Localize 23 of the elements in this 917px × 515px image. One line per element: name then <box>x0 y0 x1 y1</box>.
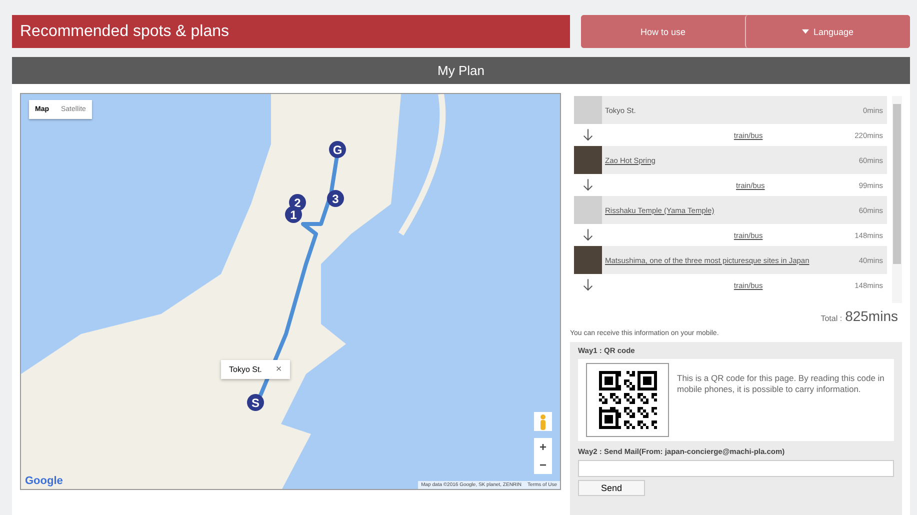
photo-placeholder <box>574 146 602 174</box>
total-label: Total : <box>820 314 842 323</box>
person-icon[interactable] <box>534 412 552 431</box>
down-arrow-icon <box>583 179 593 191</box>
popup-text: Tokyo St. <box>229 365 262 374</box>
send-button[interactable]: Send <box>578 480 646 496</box>
qr-code-icon <box>598 371 656 429</box>
down-arrow-icon <box>583 129 593 141</box>
caret-icon <box>802 29 810 34</box>
photo-placeholder <box>574 196 602 224</box>
qr-description: This is a QR code for this page. By reading this code in mobile phones, it is possible to carry information. <box>677 373 886 396</box>
header-button[interactable]: Language <box>745 15 910 48</box>
section-title: My Plan <box>438 63 484 78</box>
close-button[interactable]: × <box>276 364 282 375</box>
photo-placeholder <box>574 246 602 274</box>
down-arrow-icon <box>583 279 593 291</box>
email-input-field[interactable] <box>578 460 894 477</box>
map-logo: Google <box>25 475 63 487</box>
page-title: Recommended spots & plans <box>20 22 229 40</box>
total-value: 825mins <box>845 308 898 324</box>
photo-placeholder <box>574 96 602 124</box>
down-arrow-icon <box>583 229 593 241</box>
scrollbar[interactable] <box>892 96 902 303</box>
